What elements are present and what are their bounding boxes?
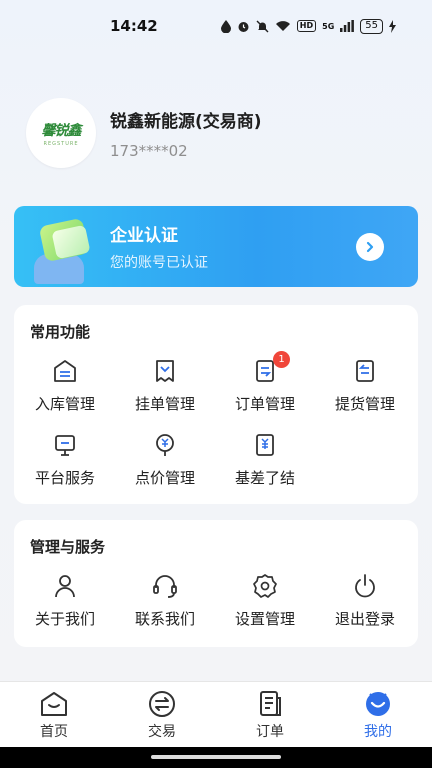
contact-us-label: 联系我们 — [134, 610, 195, 628]
avatar[interactable]: 馨锐鑫 REGSTURE — [26, 98, 96, 168]
common-functions-panel: 常用功能 入库管理 挂单管理 1 订单管理 提货管理 平台服务 点价管理 基差了… — [14, 305, 418, 504]
headset-icon — [153, 575, 177, 598]
contact-us-button[interactable]: 联系我们 — [115, 572, 215, 629]
profile-header[interactable]: 馨锐鑫 REGSTURE 锐鑫新能源(交易商) 173****02 — [26, 98, 262, 168]
pricing-management-button[interactable]: 点价管理 — [115, 431, 215, 488]
warehouse-in-label: 入库管理 — [34, 395, 95, 413]
warehouse-in-icon — [54, 360, 76, 382]
warehouse-in-button[interactable]: 入库管理 — [15, 357, 115, 414]
certification-text: 企业认证 您的账号已认证 — [110, 221, 208, 272]
logout-button[interactable]: 退出登录 — [315, 572, 415, 629]
basis-settlement-label: 基差了结 — [234, 469, 295, 487]
system-navigation-bar — [0, 747, 432, 768]
home-indicator[interactable] — [151, 755, 281, 759]
tab-orders-label: 订单 — [256, 724, 284, 740]
water-drop-icon — [220, 19, 231, 33]
settings-label: 设置管理 — [234, 610, 295, 628]
logout-label: 退出登录 — [334, 610, 395, 628]
pickup-management-button[interactable]: 提货管理 — [315, 357, 415, 414]
tab-home-label: 首页 — [40, 724, 68, 740]
order-listing-icon — [156, 360, 174, 382]
pickup-management-label: 提货管理 — [334, 395, 395, 413]
tab-mine-label: 我的 — [364, 724, 392, 740]
certification-title: 企业认证 — [110, 226, 178, 246]
order-listing-button[interactable]: 挂单管理 — [115, 357, 215, 414]
company-name: 锐鑫新能源(交易商) — [110, 111, 262, 132]
phone-number: 173****02 — [110, 141, 188, 160]
status-icons: HD 5G 55 — [220, 18, 396, 34]
order-listing-label: 挂单管理 — [134, 395, 195, 413]
management-services-title: 管理与服务 — [30, 538, 106, 556]
tab-trade[interactable]: 交易 — [108, 682, 216, 747]
order-management-label: 订单管理 — [234, 395, 295, 413]
profile-icon — [366, 692, 390, 716]
bottom-tab-bar: 首页 交易 订单 我的 — [0, 681, 432, 747]
settings-button[interactable]: 设置管理 — [215, 572, 315, 629]
chevron-right-icon[interactable] — [356, 232, 384, 261]
management-services-panel: 管理与服务 关于我们 联系我们 设置管理 退出登录 — [14, 520, 418, 647]
user-icon — [55, 575, 75, 598]
basis-settlement-button[interactable]: 基差了结 — [215, 431, 315, 488]
profile-info: 锐鑫新能源(交易商) 173****02 — [110, 107, 262, 160]
tab-orders[interactable]: 订单 — [216, 682, 324, 747]
status-time: 14:42 — [110, 17, 158, 35]
platform-service-button[interactable]: 平台服务 — [15, 431, 115, 488]
logo-subtext: REGSTURE — [43, 140, 79, 147]
common-functions-title: 常用功能 — [30, 323, 91, 341]
order-badge: 1 — [273, 351, 290, 368]
tab-mine[interactable]: 我的 — [324, 682, 432, 747]
signal-label: 5G — [322, 21, 335, 31]
power-icon — [355, 574, 375, 598]
pickup-icon — [356, 360, 374, 382]
pricing-icon — [156, 434, 174, 456]
platform-service-icon — [55, 435, 75, 456]
about-us-button[interactable]: 关于我们 — [15, 572, 115, 629]
alarm-icon — [238, 21, 249, 32]
gear-icon — [253, 574, 277, 598]
exchange-icon — [149, 691, 175, 717]
certification-subtitle: 您的账号已认证 — [110, 255, 208, 271]
home-icon — [41, 692, 67, 716]
wifi-icon — [275, 21, 290, 31]
signal-icon — [340, 20, 355, 32]
about-us-label: 关于我们 — [34, 610, 95, 628]
logo-text: 馨锐鑫 — [41, 122, 82, 139]
status-bar: 14:42 HD 5G 55 — [0, 0, 432, 52]
platform-service-label: 平台服务 — [34, 469, 95, 487]
order-management-button[interactable]: 1 订单管理 — [215, 351, 315, 414]
tab-home[interactable]: 首页 — [0, 682, 108, 747]
battery-indicator: 55 — [360, 18, 383, 34]
enterprise-certification-card[interactable]: 企业认证 您的账号已认证 — [14, 206, 418, 287]
basis-settlement-icon — [256, 434, 274, 456]
orders-icon — [260, 691, 281, 716]
tab-trade-label: 交易 — [148, 724, 176, 740]
hd-indicator: HD — [296, 20, 317, 32]
pricing-management-label: 点价管理 — [134, 469, 195, 487]
mute-bell-icon — [256, 20, 269, 32]
certification-illustration-icon — [14, 206, 110, 287]
charging-icon — [389, 19, 396, 33]
